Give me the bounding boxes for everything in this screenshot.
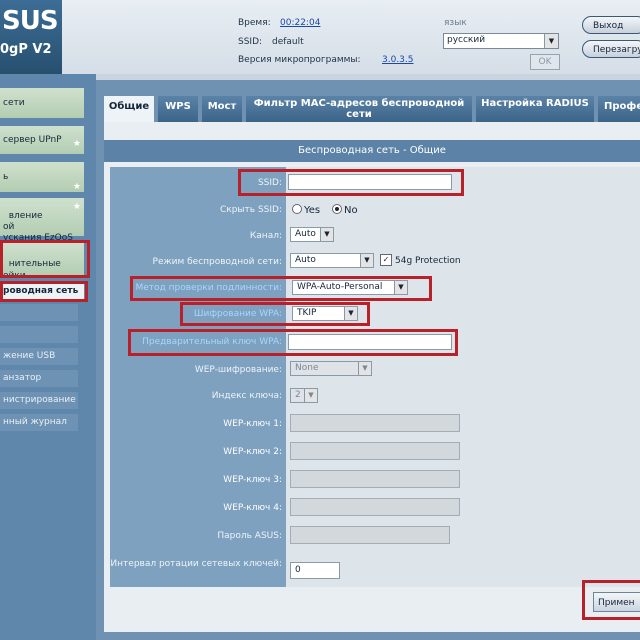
hide-yes-label: Yes [304,205,321,216]
tab-wps[interactable]: WPS [158,96,198,122]
nav-item-label: сети [3,98,25,108]
chevron-down-icon: ▼ [544,34,558,48]
key-index-select[interactable]: 2 ▼ [290,388,318,403]
firmware-label: Версия микропрограммы: [238,55,361,65]
time-link[interactable]: 00:22:04 [280,18,320,28]
chevron-down-icon: ▼ [320,228,333,241]
wep2-input[interactable] [290,442,460,460]
key-index-value: 2 [295,390,301,400]
mode-value: Auto [295,255,316,265]
highlight-apply [582,580,640,620]
nav-item-3[interactable]: ь ★ [0,162,84,192]
panel-title: Беспроводная сеть - Общие [104,140,640,162]
nav-subitem-log[interactable]: нный журнал [0,414,78,431]
tab-radius[interactable]: Настройка RADIUS [476,96,594,122]
wep-enc-select[interactable]: None ▼ [290,361,372,376]
wep4-input[interactable] [290,498,460,516]
wep-enc-label: WEP-шифрование: [194,365,282,375]
asus-pass-input[interactable] [290,526,450,544]
channel-label: Канал: [249,231,282,241]
protection-label: 54g Protection [395,256,461,266]
logout-button[interactable]: Выход [582,16,640,34]
star-icon: ★ [72,202,81,212]
wep1-input[interactable] [290,414,460,432]
rotation-input[interactable]: 0 [290,562,340,579]
nav-subitem-usb[interactable]: жение USB [0,348,78,365]
channel-select[interactable]: Auto ▼ [290,227,334,242]
label-column [110,167,286,587]
firmware-link[interactable]: 3.0.3.5 [382,55,414,65]
radio-yes[interactable] [292,204,302,214]
tab-bridge[interactable]: Мост [202,96,242,122]
wep1-label: WEP-ключ 1: [223,419,282,429]
wep3-input[interactable] [290,470,460,488]
bottom-bar [104,588,640,618]
language-value: русский [447,35,486,45]
nav-item-label: сервер UPnP [3,135,62,145]
key-index-label: Индекс ключа: [211,391,282,401]
highlight-ssid [238,169,464,196]
mode-select[interactable]: Auto ▼ [290,253,374,268]
nav-subitem-empty-1[interactable] [0,304,78,321]
hide-ssid-no[interactable]: No [332,204,358,216]
star-icon: ★ [72,139,81,149]
nav-item-network[interactable]: сети [0,88,84,118]
protection-checkbox[interactable]: ✓ [380,254,392,266]
highlight-advanced [0,240,90,278]
wep-enc-value: None [295,363,319,373]
nav-item-label: ь [3,172,9,182]
highlight-wpa-enc [180,302,370,326]
ssid-header-value: default [272,37,304,47]
tab-profile[interactable]: Профе [598,96,640,122]
value-column [286,167,640,587]
wep4-label: WEP-ключ 4: [223,503,282,513]
ssid-header-label: SSID: [238,37,263,47]
reboot-button[interactable]: Перезагрузка [582,40,640,58]
nav-subitem-empty-2[interactable] [0,326,78,343]
time-label: Время: [238,18,271,28]
nav-item-upnp[interactable]: сервер UPnP ★ [0,126,84,154]
chevron-down-icon: ▼ [360,254,373,267]
radio-no[interactable] [332,204,342,214]
highlight-psk [128,329,458,356]
logo-text: SUS [2,6,59,36]
chevron-down-icon: ▼ [304,389,317,402]
highlight-auth [130,276,432,301]
highlight-wireless [0,281,88,302]
rotation-label: Интервал ротации сетевых ключей: [110,559,282,569]
language-ok-button[interactable]: OK [530,54,560,70]
model-name: 0gP V2 [0,42,52,57]
nav-item-ezqos[interactable]: вление ой ускания EzQoS ★ [0,198,84,243]
wep2-label: WEP-ключ 2: [223,447,282,457]
hide-ssid-label: Скрыть SSID: [220,205,282,215]
nav-item-label: вление ой ускания EzQoS [3,211,73,243]
channel-value: Auto [295,229,316,239]
nav-subitem-analyzer[interactable]: анзатор [0,370,78,387]
tab-general[interactable]: Общие [104,96,154,122]
hide-ssid-yes[interactable]: Yes [292,204,320,216]
nav-subitem-admin[interactable]: нистрирование [0,392,78,409]
check-icon: ✓ [382,255,390,264]
mode-label: Режим беспроводной сети: [152,257,282,267]
hide-no-label: No [344,205,358,216]
language-select[interactable]: русский ▼ [443,33,559,49]
chevron-down-icon: ▼ [358,362,371,375]
language-label: язык [444,18,467,28]
asus-logo: SUS 0gP V2 [0,0,62,74]
wep3-label: WEP-ключ 3: [223,475,282,485]
tab-mac-filter[interactable]: Фильтр MAC-адресов беспроводной сети [246,96,472,122]
asus-pass-label: Пароль ASUS: [217,531,282,541]
